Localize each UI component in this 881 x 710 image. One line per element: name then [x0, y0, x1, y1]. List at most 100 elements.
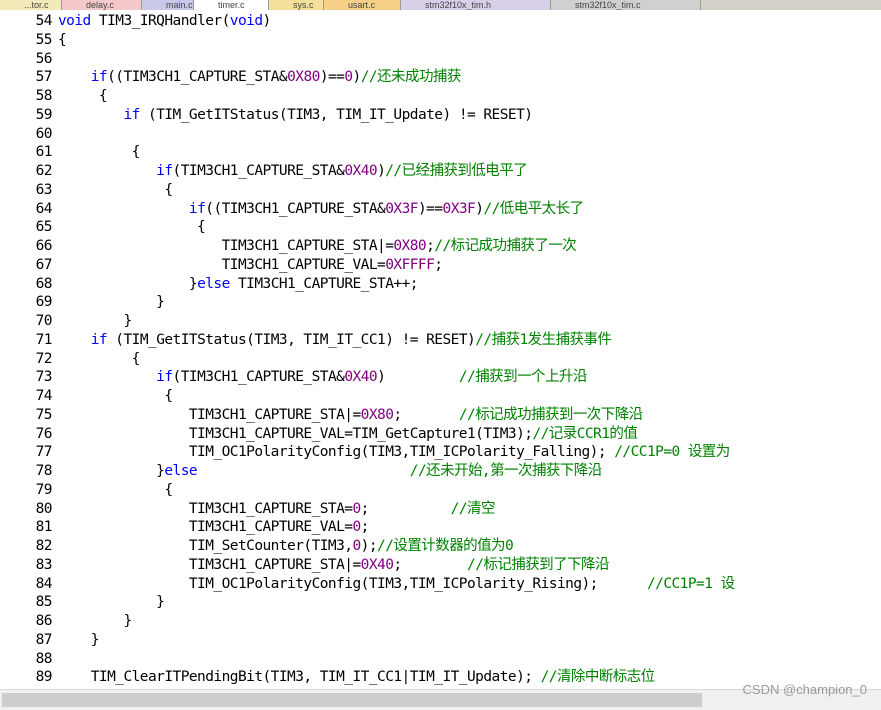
comment-token: //还未成功捕获 — [360, 69, 462, 86]
code-line[interactable]: 67 TIM3CH1_CAPTURE_VAL=0XFFFF; — [0, 256, 881, 275]
comment-token: //捕获1发生捕获事件 — [475, 331, 612, 348]
keyword-token: if — [156, 369, 173, 386]
code-line[interactable]: 83 TIM3CH1_CAPTURE_STA|=0X40; //标记捕获到了下降… — [0, 556, 881, 575]
code-line[interactable]: 79 { — [0, 481, 881, 500]
comment-token: //清除中断标志位 — [540, 669, 656, 686]
code-text: }else //还未开始,第一次捕获下降沿 — [58, 462, 602, 481]
comment-token: //还未开始,第一次捕获下降沿 — [409, 463, 603, 479]
code-line[interactable]: 73 if(TIM3CH1_CAPTURE_STA&0X40) //捕获到一个上… — [0, 368, 881, 387]
file-tab[interactable]: timer.c — [194, 0, 269, 10]
line-number: 71 — [35, 331, 53, 348]
number-token: 0X3F — [385, 200, 418, 217]
comment-token: //设置计数器的值为0 — [377, 538, 514, 554]
code-token: ; — [434, 256, 443, 273]
code-line[interactable]: 81 TIM3CH1_CAPTURE_VAL=0; — [0, 518, 881, 537]
code-line[interactable]: 62 if(TIM3CH1_CAPTURE_STA&0X40)//已经捕获到低电… — [0, 162, 881, 181]
code-token: TIM3CH1_CAPTURE_STA|= — [58, 238, 394, 254]
number-token: 0 — [352, 500, 361, 517]
file-tab[interactable]: main.c — [142, 0, 194, 10]
code-text: { — [58, 481, 173, 500]
line-number: 55 — [35, 31, 53, 48]
code-line[interactable]: 84 TIM_OC1PolarityConfig(TIM3,TIM_ICPola… — [0, 575, 881, 594]
code-token: } — [58, 594, 165, 611]
line-number: 65 — [35, 219, 53, 236]
code-token: { — [58, 219, 206, 236]
code-line[interactable]: 58 { — [0, 87, 881, 106]
code-text: if (TIM_GetITStatus(TIM3, TIM_IT_CC1) !=… — [58, 331, 612, 350]
number-token: 0XFFFF — [385, 256, 435, 273]
keyword-token: if — [123, 106, 140, 123]
code-line[interactable]: 77 TIM_OC1PolarityConfig(TIM3,TIM_ICPola… — [0, 443, 881, 462]
line-number: 83 — [35, 556, 53, 573]
code-editor[interactable]: 54 void TIM3_IRQHandler(void) 55{56 57 if((… — [0, 12, 881, 687]
code-line[interactable]: 88 — [0, 650, 881, 669]
line-number: 67 — [35, 256, 53, 273]
line-number: 62 — [35, 163, 53, 179]
code-line[interactable]: 80 TIM3CH1_CAPTURE_STA=0; //清空 — [0, 500, 881, 519]
code-text: if (TIM_GetITStatus(TIM3, TIM_IT_Update)… — [58, 106, 533, 125]
code-line[interactable]: 56 — [0, 50, 881, 69]
code-line[interactable]: 69 } — [0, 293, 881, 312]
code-line[interactable]: 68 }else TIM3CH1_CAPTURE_STA++; — [0, 275, 881, 294]
code-token: TIM3CH1_CAPTURE_VAL= — [58, 519, 353, 536]
code-line[interactable]: 75 TIM3CH1_CAPTURE_STA|=0X80; //标记成功捕获到一… — [0, 406, 881, 425]
code-line[interactable]: 78 }else //还未开始,第一次捕获下降沿 — [0, 462, 881, 481]
comment-token: //低电平太长了 — [483, 200, 584, 217]
keyword-token: if — [90, 69, 108, 86]
scrollbar-thumb[interactable] — [2, 693, 702, 707]
code-line[interactable]: 63 { — [0, 181, 881, 200]
comment-token: //记录CCR1的值 — [532, 425, 638, 442]
code-line[interactable]: 64 if((TIM3CH1_CAPTURE_STA&0X3F)==0X3F)/… — [0, 200, 881, 219]
number-token: 0 — [352, 519, 361, 536]
code-text: } — [58, 293, 165, 312]
code-token: TIM3CH1_CAPTURE_STA++; — [229, 275, 419, 292]
code-token: ; — [393, 406, 459, 423]
code-text: TIM3CH1_CAPTURE_VAL=TIM_GetCapture1(TIM3… — [58, 425, 638, 444]
line-number: 87 — [35, 631, 53, 648]
code-line[interactable]: 86 } — [0, 612, 881, 631]
file-tab[interactable]: stm32f10x_tim.c — [551, 0, 701, 10]
code-token: (TIM_GetITStatus(TIM3, TIM_IT_CC1) != RE… — [107, 331, 476, 348]
code-token: (TIM3CH1_CAPTURE_STA& — [172, 163, 345, 179]
line-number: 60 — [35, 125, 53, 142]
code-line[interactable]: 55 { — [0, 31, 881, 50]
file-tab[interactable]: sys.c — [269, 0, 324, 10]
file-tab[interactable]: usart.c — [324, 0, 401, 10]
keyword-token: if — [90, 331, 108, 348]
file-tab[interactable]: stm32f10x_tim.h — [401, 0, 551, 10]
code-line[interactable]: 66 TIM3CH1_CAPTURE_STA|=0X80;//标记成功捕获了一次 — [0, 237, 881, 256]
code-token: ) — [262, 13, 272, 29]
code-text: } — [58, 312, 132, 331]
code-text: if(TIM3CH1_CAPTURE_STA&0X40)//已经捕获到低电平了 — [58, 162, 528, 181]
code-text: } — [58, 612, 132, 631]
code-line[interactable]: 59 if (TIM_GetITStatus(TIM3, TIM_IT_Upda… — [0, 106, 881, 125]
code-text: { — [58, 143, 141, 162]
code-line[interactable]: 85 } — [0, 593, 881, 612]
line-number: 74 — [35, 388, 53, 404]
code-line[interactable]: 72 { — [0, 350, 881, 369]
number-token: 0X80 — [360, 406, 394, 423]
code-line[interactable]: 76 TIM3CH1_CAPTURE_VAL=TIM_GetCapture1(T… — [0, 425, 881, 444]
code-token: ; — [360, 500, 451, 517]
code-line[interactable]: 57 if((TIM3CH1_CAPTURE_STA&0X80)==0)//还未… — [0, 68, 881, 87]
code-token: (TIM3CH1_CAPTURE_STA& — [172, 369, 345, 386]
code-line[interactable]: 60 — [0, 125, 881, 144]
file-tab[interactable]: delay.c — [62, 0, 142, 10]
line-number: 76 — [35, 425, 53, 442]
code-line[interactable]: 71 if (TIM_GetITStatus(TIM3, TIM_IT_CC1)… — [0, 331, 881, 350]
code-token: ; — [360, 519, 370, 536]
comment-token: //清空 — [450, 500, 496, 517]
keyword-token: else — [164, 463, 198, 479]
file-tab[interactable]: ...tor.c — [0, 0, 62, 10]
code-line[interactable]: 70 } — [0, 312, 881, 331]
code-line[interactable]: 74 { — [0, 387, 881, 406]
code-text: TIM_OC1PolarityConfig(TIM3,TIM_ICPolarit… — [58, 575, 735, 594]
code-line[interactable]: 54 void TIM3_IRQHandler(void) — [0, 12, 881, 31]
code-token: TIM3CH1_CAPTURE_STA|= — [58, 406, 361, 423]
code-text: { — [58, 181, 173, 200]
code-text: if(TIM3CH1_CAPTURE_STA&0X40) //捕获到一个上升沿 — [58, 368, 587, 387]
code-line[interactable]: 82 TIM_SetCounter(TIM3,0);//设置计数器的值为0 — [0, 537, 881, 556]
code-line[interactable]: 87 } — [0, 631, 881, 650]
code-line[interactable]: 61 { — [0, 143, 881, 162]
code-line[interactable]: 65 { — [0, 218, 881, 237]
